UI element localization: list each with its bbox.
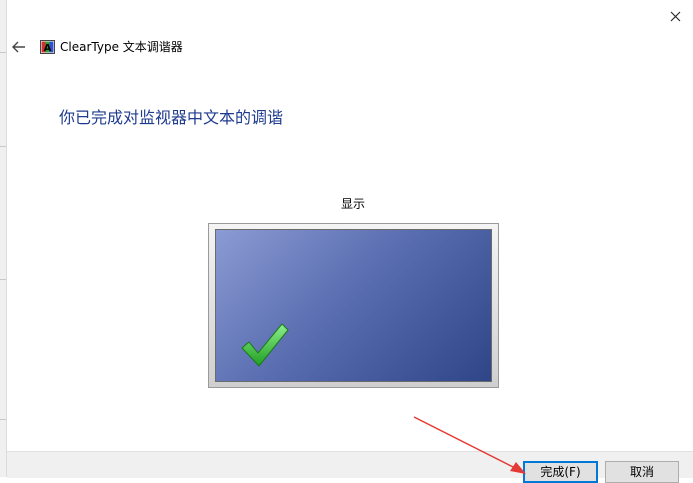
cancel-button[interactable]: 取消 <box>605 461 679 483</box>
finish-button[interactable]: 完成(F) <box>523 461 598 483</box>
monitor-preview <box>208 223 499 388</box>
back-arrow-icon <box>12 41 25 53</box>
back-button[interactable] <box>10 38 28 56</box>
svg-text:A: A <box>44 43 52 54</box>
checkmark-icon <box>241 323 289 367</box>
footer-bar: 完成(F) 取消 <box>7 451 693 483</box>
cleartype-icon: A <box>40 40 55 54</box>
background-window-edge <box>0 0 7 477</box>
close-icon <box>670 11 680 21</box>
page-heading: 你已完成对监视器中文本的调谐 <box>59 108 284 127</box>
display-label: 显示 <box>341 197 366 211</box>
monitor-screen <box>215 229 492 382</box>
cleartype-tuner-window: A ClearType 文本调谐器 你已完成对监视器中文本的调谐 显示 完成(F… <box>7 0 693 483</box>
window-title: ClearType 文本调谐器 <box>60 40 183 54</box>
close-button[interactable] <box>665 6 685 26</box>
